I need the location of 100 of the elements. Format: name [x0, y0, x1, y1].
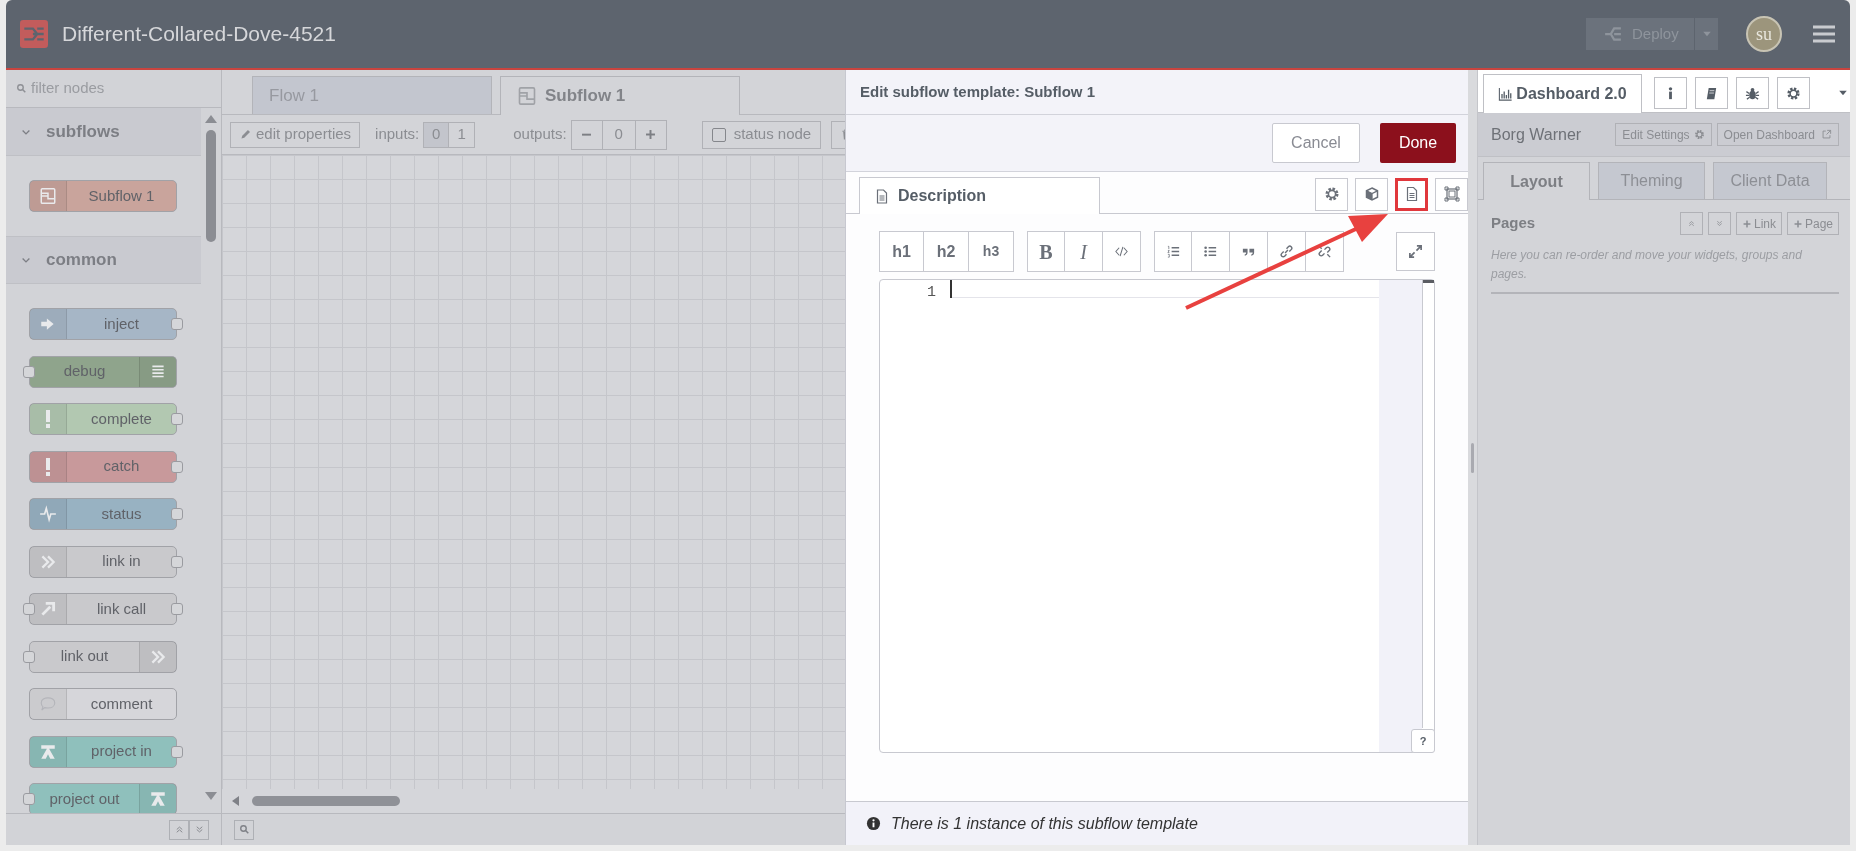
- format-button[interactable]: [1154, 231, 1192, 272]
- format-button[interactable]: [1192, 231, 1230, 272]
- palette-node[interactable]: inject: [29, 308, 177, 340]
- exclamation-icon: [45, 457, 51, 476]
- inputs-label: inputs:: [375, 124, 420, 145]
- double-chevron-up-icon: [1686, 219, 1696, 228]
- sidebar-tab-button[interactable]: [1777, 77, 1810, 109]
- edit-properties-button[interactable]: edit properties: [230, 121, 361, 148]
- outputs-label: outputs:: [513, 124, 567, 145]
- document-icon: [874, 187, 890, 205]
- increment-button[interactable]: [634, 119, 667, 150]
- text-cursor: [950, 280, 952, 298]
- node-label: link call: [95, 598, 148, 619]
- code-icon: [1114, 244, 1129, 259]
- move-down-button[interactable]: [1707, 212, 1731, 235]
- scroll-left-icon: [230, 795, 240, 807]
- palette-node[interactable]: project out: [29, 783, 177, 813]
- palette-node[interactable]: comment: [29, 688, 177, 720]
- node-label: comment: [89, 693, 154, 714]
- palette-node[interactable]: project in: [29, 735, 177, 768]
- edit-settings-button[interactable]: Edit Settings: [1615, 123, 1712, 146]
- sidebar-tab-button[interactable]: [1654, 77, 1687, 109]
- expand-button[interactable]: [1396, 232, 1435, 271]
- unlink-icon: [1317, 244, 1332, 259]
- filter-placeholder: filter nodes: [31, 78, 105, 99]
- scroll-thumb[interactable]: [206, 130, 216, 242]
- format-button[interactable]: I: [1065, 231, 1103, 272]
- ordered-list-icon: [1165, 244, 1181, 259]
- avatar[interactable]: su: [1746, 16, 1782, 52]
- description-tab[interactable]: Description: [859, 177, 1100, 214]
- sidebar-sub-tab[interactable]: Client Data: [1713, 162, 1827, 199]
- search-icon: [238, 824, 250, 835]
- palette-node[interactable]: link in: [29, 545, 177, 578]
- tab-button[interactable]: [1355, 177, 1388, 211]
- sidebar-tab-button[interactable]: [1736, 77, 1769, 109]
- node-label: complete: [90, 408, 153, 429]
- palette-node[interactable]: link call: [29, 593, 177, 625]
- link-arrow-icon: [39, 600, 57, 618]
- line-number: 1: [927, 283, 936, 303]
- search-button[interactable]: [234, 819, 254, 840]
- move-up-button[interactable]: [1679, 212, 1703, 235]
- bar-chart-icon: [1498, 87, 1514, 101]
- add-page-button[interactable]: Page: [1786, 212, 1839, 235]
- category-header[interactable]: common: [6, 236, 201, 284]
- palette-node[interactable]: catch: [29, 450, 177, 483]
- dashboard-name: Borg Warner: [1491, 124, 1582, 145]
- gear-icon: [1323, 186, 1340, 202]
- checkbox[interactable]: [711, 127, 726, 142]
- tab-button[interactable]: [1435, 177, 1468, 211]
- format-button[interactable]: h2: [924, 231, 969, 272]
- status-node-label: status node: [733, 124, 812, 145]
- outputs-field[interactable]: 0: [602, 119, 635, 150]
- gear-icon: [1786, 85, 1801, 101]
- pencil-icon: [239, 128, 252, 141]
- cube-icon: [1363, 186, 1380, 202]
- sidebar-sub-tab[interactable]: Theming: [1598, 162, 1705, 199]
- done-button[interactable]: Done: [1380, 123, 1456, 163]
- project-icon: [149, 790, 167, 808]
- format-button[interactable]: h3: [969, 231, 1014, 272]
- palette-node[interactable]: complete: [29, 403, 177, 435]
- vertical-scrollbar[interactable]: [1422, 280, 1434, 728]
- panel-title: Edit subflow template: Subflow 1: [846, 70, 1468, 115]
- gear-icon: [1693, 129, 1705, 140]
- palette-node[interactable]: status: [29, 498, 177, 530]
- flow-tab[interactable]: Subflow 1: [500, 76, 740, 115]
- plus-icon: [1741, 218, 1752, 229]
- input-count-option[interactable]: 1: [449, 121, 476, 148]
- code-editor[interactable]: 1 ?: [879, 279, 1435, 753]
- palette-node[interactable]: link out: [29, 640, 177, 673]
- cancel-button[interactable]: Cancel: [1272, 123, 1360, 163]
- category-header[interactable]: subflows: [6, 108, 201, 156]
- palette-node[interactable]: debug: [29, 355, 177, 388]
- format-button[interactable]: h1: [879, 231, 924, 272]
- node-label: Subflow 1: [87, 185, 156, 206]
- format-button[interactable]: [1103, 231, 1141, 272]
- footer-note: There is 1 instance of this subflow template: [891, 813, 1198, 834]
- expand-icon: [1408, 244, 1423, 259]
- node-label: project in: [90, 741, 153, 762]
- project-icon: [39, 742, 57, 761]
- scroll-thumb[interactable]: [252, 796, 400, 806]
- link-icon: [1279, 244, 1294, 259]
- tab-button[interactable]: [1315, 177, 1348, 211]
- format-button[interactable]: [1230, 231, 1268, 272]
- category-label: subflows: [46, 120, 120, 143]
- add-link-button[interactable]: Link: [1735, 212, 1782, 235]
- tab-button[interactable]: [1395, 177, 1428, 211]
- help-button[interactable]: ?: [1411, 729, 1435, 753]
- app-title: Different-Collared-Dove-4521: [62, 21, 336, 48]
- expand-all-button[interactable]: [169, 819, 189, 840]
- menu-icon: [1812, 23, 1836, 45]
- palette-node[interactable]: Subflow 1: [29, 180, 177, 212]
- sidebar-tab[interactable]: Dashboard 2.0: [1483, 74, 1642, 113]
- open-dashboard-button[interactable]: Open Dashboard: [1716, 123, 1839, 146]
- sidebar-tab-button[interactable]: [1695, 77, 1728, 109]
- sidebar-sub-tab[interactable]: Layout: [1483, 162, 1590, 200]
- format-button[interactable]: B: [1027, 231, 1065, 272]
- decrement-button[interactable]: [570, 119, 603, 150]
- input-count-option[interactable]: 0: [423, 121, 450, 148]
- collapse-all-button[interactable]: [189, 819, 209, 840]
- bullet-list-icon: [1203, 244, 1218, 259]
